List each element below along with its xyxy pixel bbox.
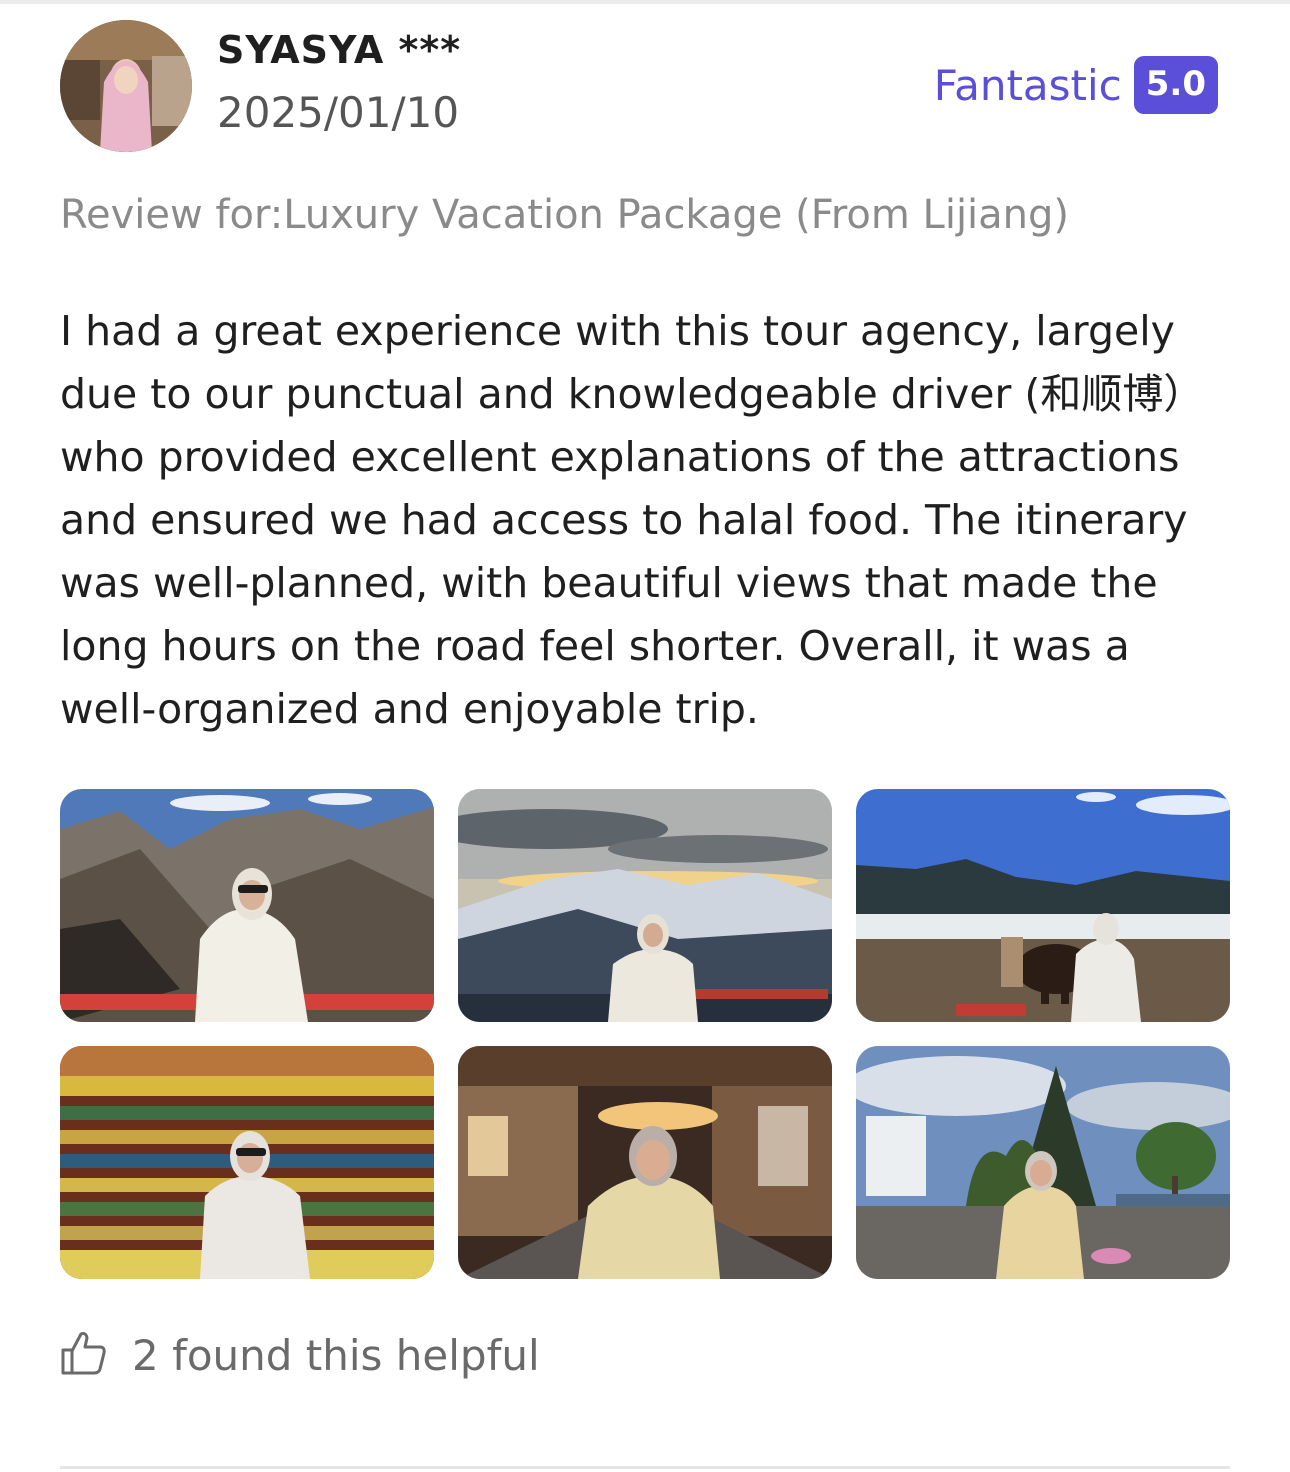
review-photo-3[interactable] [856, 789, 1230, 1022]
helpful-count-text: 2 found this helpful [132, 1330, 540, 1380]
review-photo-4[interactable] [60, 1046, 434, 1279]
photo-grid [60, 789, 1230, 1279]
bottom-divider [60, 1466, 1230, 1469]
review-text: I had a great experience with this tour … [60, 307, 1205, 733]
review-date: 2025/01/10 [217, 88, 460, 137]
review-photo-2[interactable] [458, 789, 832, 1022]
review-card: SYASYA *** 2025/01/10 Fantastic 5.0 Revi… [0, 0, 1290, 1472]
review-photo-5[interactable] [458, 1046, 832, 1279]
avatar[interactable] [60, 20, 192, 152]
rating-label: Fantastic [933, 60, 1122, 110]
rating: Fantastic 5.0 [934, 56, 1218, 114]
review-photo-6[interactable] [856, 1046, 1230, 1279]
helpful-button[interactable]: 2 found this helpful [60, 1330, 540, 1380]
review-photo-1[interactable] [60, 789, 434, 1022]
rating-score-badge: 5.0 [1133, 56, 1218, 114]
review-product-name: Review for:Luxury Vacation Package (From… [60, 192, 1070, 238]
user-name: SYASYA *** [217, 28, 462, 72]
thumbs-up-icon [60, 1330, 108, 1380]
